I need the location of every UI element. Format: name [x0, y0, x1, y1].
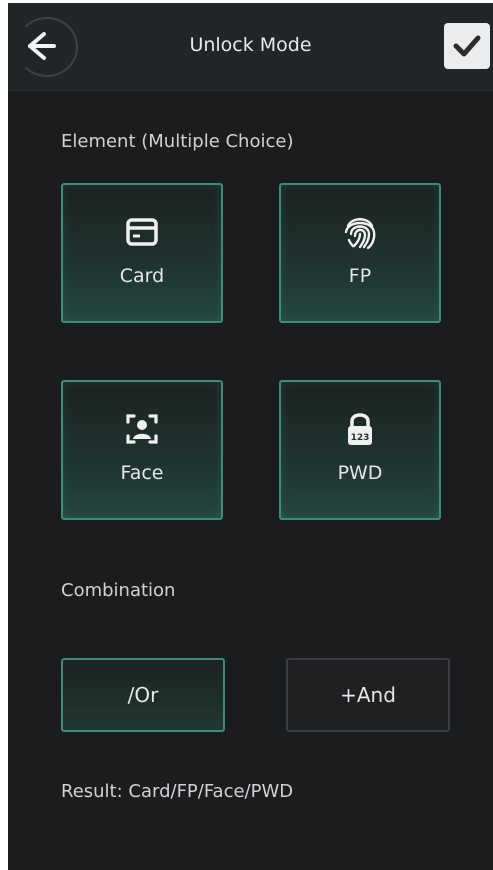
- element-section-label: Element (Multiple Choice): [61, 131, 294, 152]
- tile-card-icon-wrap: [63, 213, 221, 251]
- card-icon: [126, 218, 158, 246]
- tile-card[interactable]: Card: [61, 183, 223, 323]
- svg-text:123: 123: [351, 433, 370, 443]
- password-lock-icon: 123: [348, 413, 372, 445]
- and-button[interactable]: +And: [286, 658, 450, 732]
- tile-card-label: Card: [119, 265, 165, 287]
- tile-pwd-icon-wrap: 123: [281, 410, 439, 448]
- face-icon: [126, 414, 158, 444]
- tile-fp-label: FP: [348, 265, 372, 287]
- tile-fp[interactable]: FP: [279, 183, 441, 323]
- tile-fp-icon-wrap: [281, 213, 439, 251]
- tile-pwd[interactable]: 123 PWD: [279, 380, 441, 520]
- tile-pwd-label: PWD: [337, 462, 383, 484]
- unlock-mode-screen: Unlock Mode Element (Multiple Choice) Ca…: [8, 3, 493, 870]
- page-title: Unlock Mode: [189, 34, 312, 56]
- or-button[interactable]: /Or: [61, 658, 225, 732]
- check-icon: [453, 35, 481, 57]
- header-bar: Unlock Mode: [8, 3, 493, 91]
- tile-face[interactable]: Face: [61, 380, 223, 520]
- tile-face-icon-wrap: [63, 410, 221, 448]
- confirm-button[interactable]: [444, 23, 490, 69]
- tile-face-label: Face: [120, 462, 164, 484]
- result-text: Result: Card/FP/Face/PWD: [61, 781, 294, 802]
- fingerprint-icon: [344, 218, 376, 250]
- combination-section-label: Combination: [61, 580, 176, 601]
